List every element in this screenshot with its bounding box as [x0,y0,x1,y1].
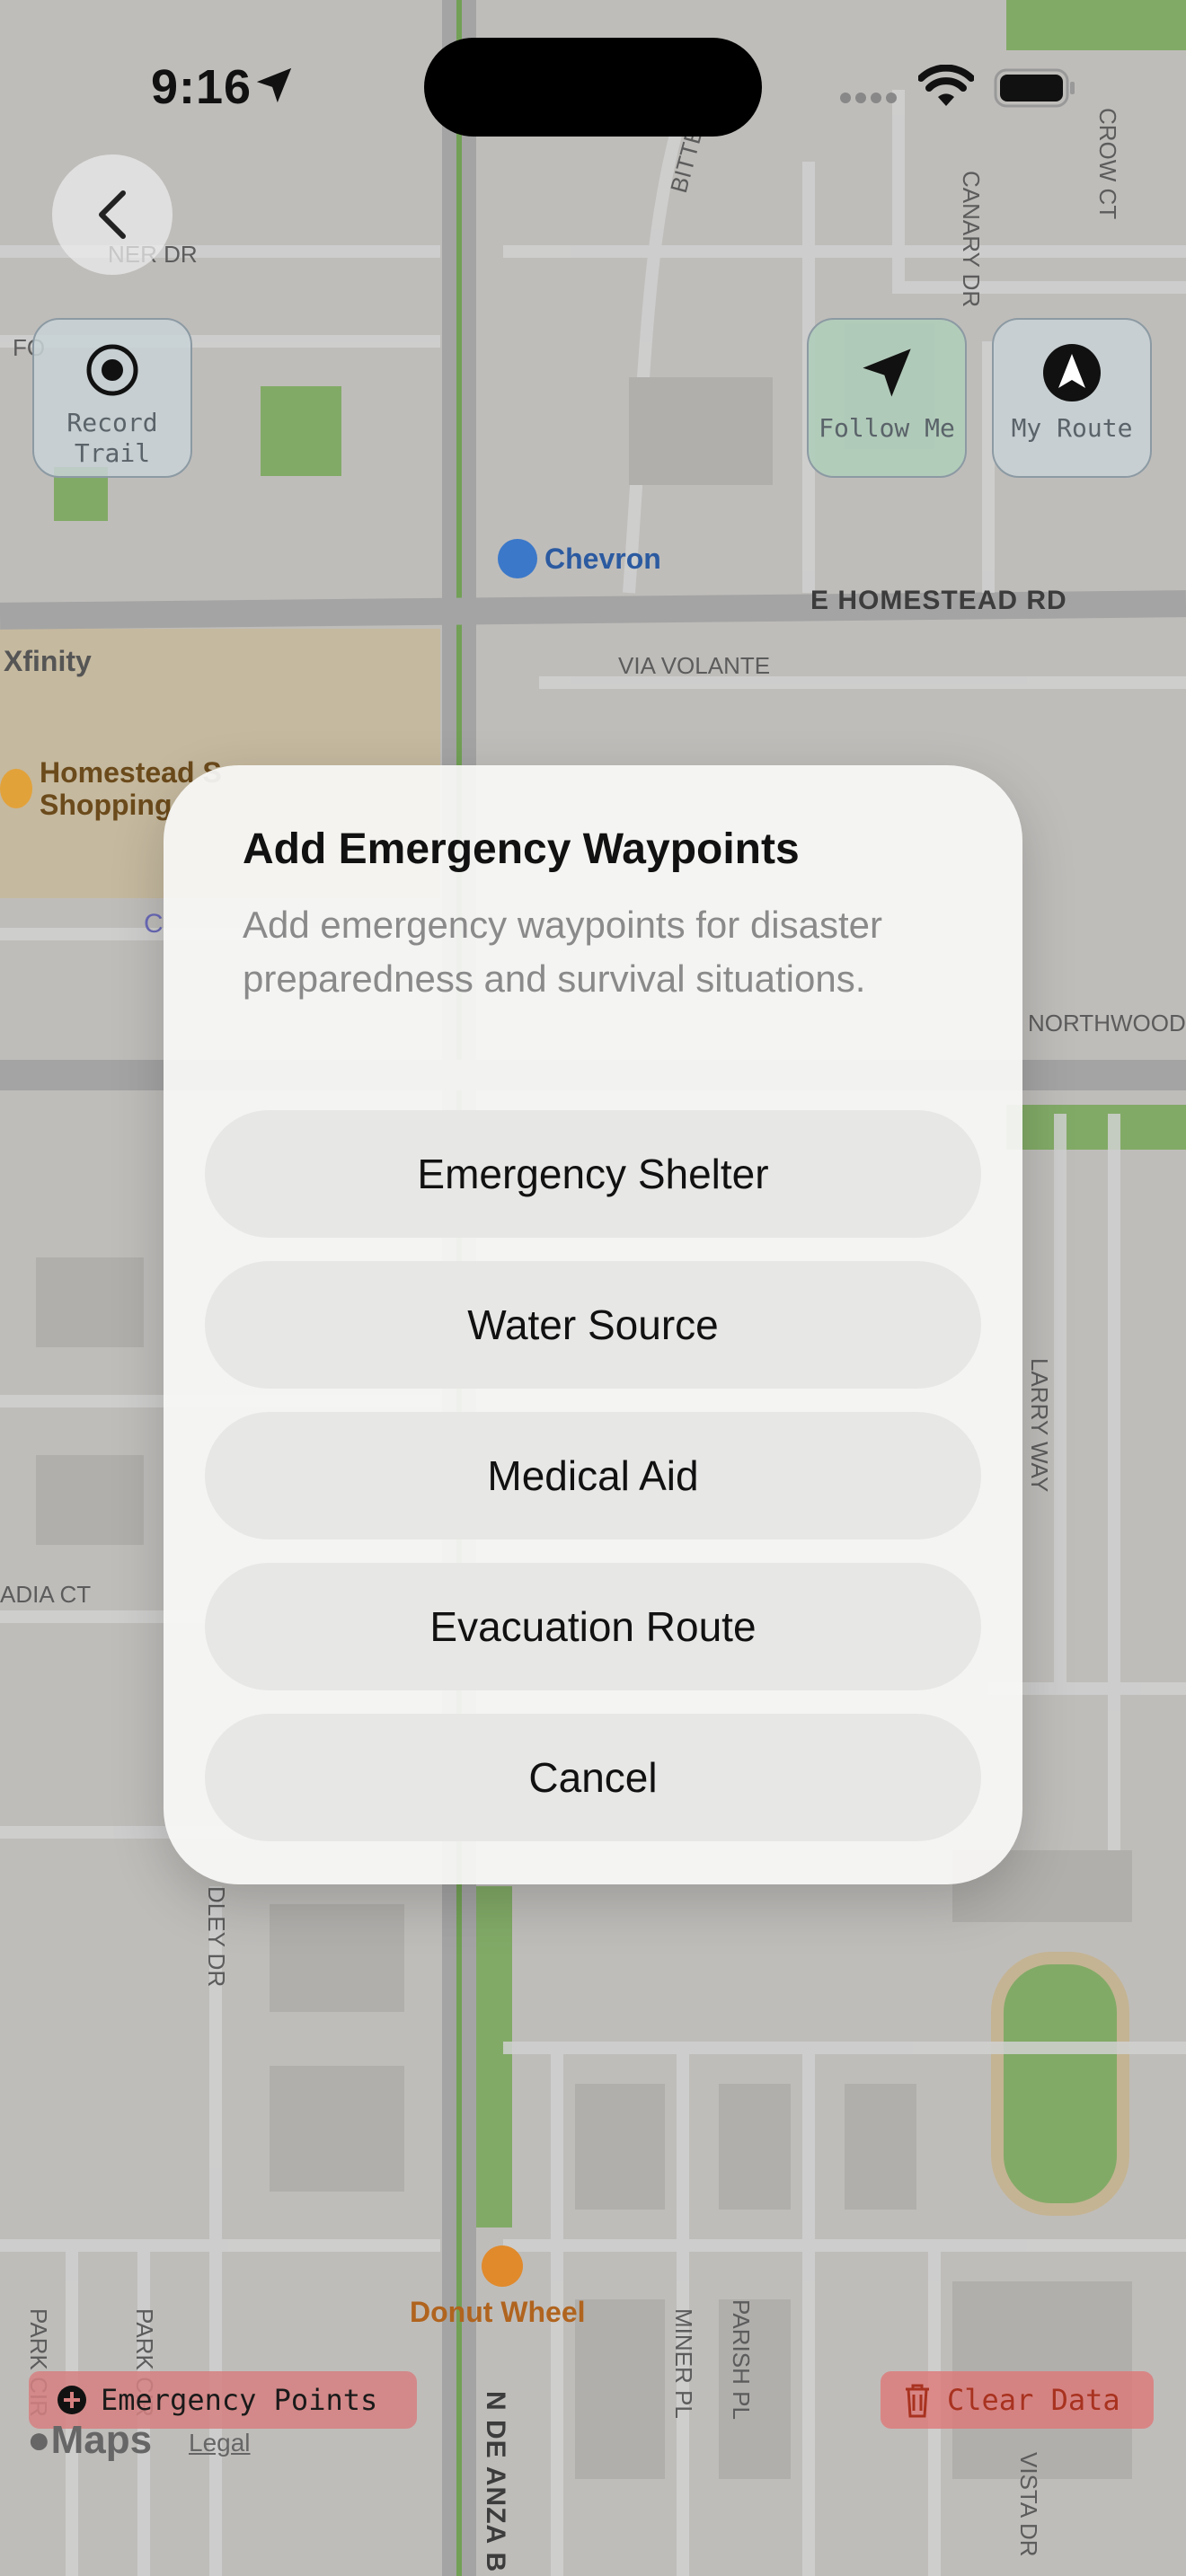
dialog-message: Add emergency waypoints for disaster pre… [243,904,883,1000]
clear-data-label: Clear Data [947,2383,1120,2417]
water-source-button[interactable]: Water Source [205,1261,981,1389]
dynamic-island [424,38,762,137]
back-button[interactable] [52,154,173,275]
my-route-button[interactable]: My Route [992,318,1152,478]
my-route-label: My Route [1011,413,1133,443]
follow-me-label: Follow Me [819,413,955,443]
poi-chevron[interactable]: Chevron [544,543,661,576]
dialog-title: Add Emergency Waypoints [243,825,800,873]
apple-logo-icon: ● [27,2418,51,2462]
maps-logo: ●Maps [27,2418,152,2463]
plus-circle-icon [58,2386,86,2414]
emergency-waypoints-dialog: Add Emergency Waypoints Add emergency wa… [164,765,1022,1884]
shopping-icon [0,769,32,808]
chevron-left-icon [99,190,126,239]
evacuation-route-button[interactable]: Evacuation Route [205,1563,981,1690]
poi-donut-wheel[interactable]: Donut Wheel [410,2296,586,2329]
record-icon [86,344,138,396]
map-label-c: C [144,909,164,939]
map-label-n-de-anza: N DE ANZA B [481,2391,510,2573]
record-trail-button[interactable]: Record Trail [32,318,192,478]
poi-homestead-line2[interactable]: Shopping [40,789,173,822]
cafe-icon [482,2245,523,2287]
clear-data-button[interactable]: Clear Data [881,2371,1154,2429]
emergency-points-label: Emergency Points [101,2383,378,2417]
record-trail-label-2: Trail [74,438,151,468]
location-arrow-icon [256,67,292,103]
medical-aid-button[interactable]: Medical Aid [205,1412,981,1539]
navigation-arrow-icon [863,348,911,397]
map-label-northwood: NORTHWOOD [1028,1010,1186,1037]
record-trail-label-1: Record [66,408,158,437]
map-label-dley-dr: DLEY DR [203,1886,230,1988]
maps-logo-text: Maps [50,2418,153,2462]
trash-icon [906,2384,929,2418]
gas-station-icon [498,539,537,578]
wifi-icon [918,65,974,106]
map-label-crow-ct: CROW CT [1094,108,1121,220]
battery-icon [994,68,1075,108]
emergency-shelter-button[interactable]: Emergency Shelter [205,1110,981,1238]
cancel-button[interactable]: Cancel [205,1714,981,1841]
map-label-miner-pl: MINER PL [670,2308,697,2419]
map-label-adia-ct: ADIA CT [0,1581,92,1608]
map-label-vista-dr: VISTA DR [1015,2452,1042,2557]
map-label-parish-pl: PARISH PL [728,2299,755,2420]
route-arrow-icon [1043,344,1101,401]
follow-me-button[interactable]: Follow Me [807,318,967,478]
map-label-larry-way: LARRY WAY [1026,1358,1053,1493]
poi-xfinity[interactable]: Xfinity [4,645,92,678]
legal-link[interactable]: Legal [189,2429,251,2457]
map-label-canary-dr: CANARY DR [958,171,985,308]
map-label-e-homestead-rd: E HOMESTEAD RD [810,586,1067,615]
map-label-via-volante: VIA VOLANTE [618,652,771,679]
cellular-signal-icon [840,93,897,103]
status-time: 9:16 [151,60,252,114]
